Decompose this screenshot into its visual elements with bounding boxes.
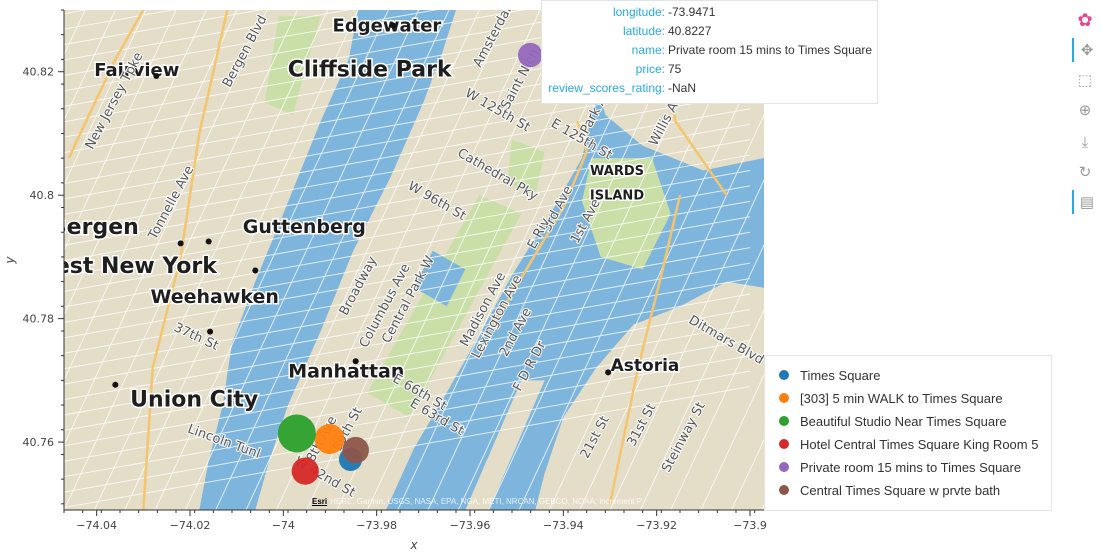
save-tool-icon[interactable]: ⤓ <box>1072 130 1098 154</box>
x-tick-label: −74.02 <box>170 519 211 532</box>
x-tick-label: −73.92 <box>636 519 677 532</box>
tooltip-field-value: Private room 15 mins to Times Square <box>668 43 873 57</box>
legend-label: Times Square <box>800 367 881 383</box>
tooltip-row: latitude: 40.8227 <box>542 24 879 42</box>
x-tick-label: −73.96 <box>450 519 491 532</box>
legend-label: Private room 15 mins to Times Square <box>800 459 1022 475</box>
legend-swatch <box>779 462 789 472</box>
legend-label: Hotel Central Times Square King Room 5 <box>800 436 1039 452</box>
legend-swatch <box>779 416 789 426</box>
legend-label: Central Times Square w prvte bath <box>800 482 1001 498</box>
y-tick-label: 40.8 <box>30 189 55 202</box>
legend-swatch <box>779 370 789 380</box>
tooltip-field-name: review_scores_rating: <box>548 81 665 95</box>
tooltip-field-value: -73.9471 <box>668 5 716 19</box>
x-tick-label: −74 <box>272 519 295 532</box>
tooltip-field-name: name: <box>631 43 665 57</box>
wheel-zoom-tool-icon[interactable]: ⊕ <box>1072 98 1098 122</box>
legend-item[interactable]: Beautiful Studio Near Times Square <box>779 411 1007 431</box>
x-tick-label: −73.98 <box>356 519 397 532</box>
tooltip-field-value: -NaN <box>668 81 697 95</box>
legend-item[interactable]: Central Times Square w prvte bath <box>779 480 1000 500</box>
bokeh-logo-icon[interactable]: ✿ <box>1072 8 1098 32</box>
plot-toolbar[interactable]: ✿ ✥ ⬚ ⊕ ⤓ ↻ ▤ <box>1070 6 1100 226</box>
legend-swatch <box>779 439 789 449</box>
y-tick-label: 40.76 <box>23 436 55 449</box>
hover-tool-icon[interactable]: ▤ <box>1072 190 1100 214</box>
reset-tool-icon[interactable]: ↻ <box>1072 160 1098 184</box>
x-tick-label: −73.9 <box>733 519 767 532</box>
tooltip-row: price: 75 <box>542 62 879 80</box>
pan-tool-icon[interactable]: ✥ <box>1072 38 1100 62</box>
x-axis-title: x <box>409 538 418 552</box>
x-tick-label: −74.04 <box>76 519 117 532</box>
tooltip-row: name: Private room 15 mins to Times Squar… <box>542 43 879 61</box>
tooltip-row: longitude: -73.9471 <box>542 5 879 23</box>
tooltip-field-name: price: <box>635 62 665 76</box>
y-axis-title: y <box>3 256 17 265</box>
legend-item[interactable]: Private room 15 mins to Times Square <box>779 457 1021 477</box>
legend[interactable]: Times Square [303] 5 min WALK to Times Sq… <box>764 355 1052 511</box>
hover-tooltip: longitude: -73.9471 latitude: 40.8227 name: P… <box>541 0 878 104</box>
tooltip-row: review_scores_rating: -NaN <box>542 81 879 99</box>
legend-item[interactable]: Hotel Central Times Square King Room 5 <box>779 434 1038 454</box>
tooltip-field-value: 75 <box>668 62 682 76</box>
legend-swatch <box>779 393 789 403</box>
legend-label: [303] 5 min WALK to Times Square <box>800 390 1003 406</box>
y-tick-label: 40.78 <box>23 313 55 326</box>
x-tick-label: −73.94 <box>543 519 584 532</box>
y-tick-label: 40.82 <box>23 66 55 79</box>
tooltip-field-value: 40.8227 <box>668 24 712 38</box>
box-zoom-tool-icon[interactable]: ⬚ <box>1072 68 1098 92</box>
legend-label: Beautiful Studio Near Times Square <box>800 413 1007 429</box>
legend-swatch <box>779 485 789 495</box>
tooltip-field-name: latitude: <box>622 24 665 38</box>
legend-item[interactable]: [303] 5 min WALK to Times Square <box>779 388 1003 408</box>
legend-item[interactable]: Times Square <box>779 365 880 385</box>
tooltip-field-name: longitude: <box>612 5 665 19</box>
